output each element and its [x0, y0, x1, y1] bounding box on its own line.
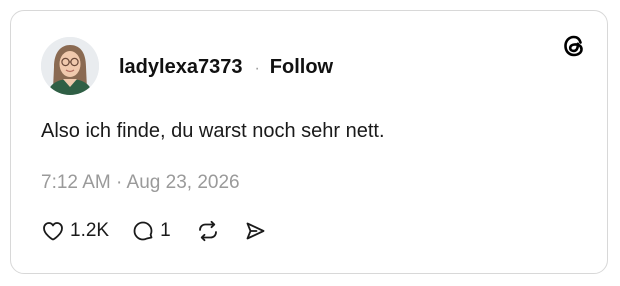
threads-logo-icon[interactable]: [561, 33, 587, 59]
header-separator: ·: [254, 60, 260, 77]
avatar-photo-icon: [41, 37, 99, 95]
heart-icon: [41, 219, 65, 243]
like-count: 1.2K: [70, 220, 110, 241]
reply-count: 1: [160, 220, 171, 241]
send-icon: [243, 219, 267, 243]
repost-button[interactable]: [195, 219, 221, 243]
like-button[interactable]: 1.2K: [41, 219, 109, 243]
post-text: Also ich finde, du warst noch sehr nett.: [41, 120, 385, 142]
threads-post-card: ladylexa7373 · Follow Also ich finde, du…: [10, 10, 608, 274]
post-timestamp[interactable]: 7:12 AM · Aug 23, 2026: [41, 172, 240, 194]
repost-icon: [195, 219, 221, 243]
avatar[interactable]: [41, 37, 99, 95]
post-actions: 1.2K 1: [41, 219, 267, 243]
username-link[interactable]: ladylexa7373: [119, 56, 242, 79]
share-button[interactable]: [243, 219, 267, 243]
comment-icon: [131, 219, 155, 243]
follow-button[interactable]: Follow: [270, 56, 333, 79]
reply-button[interactable]: 1: [131, 219, 171, 243]
post-header: ladylexa7373 · Follow: [119, 56, 333, 79]
